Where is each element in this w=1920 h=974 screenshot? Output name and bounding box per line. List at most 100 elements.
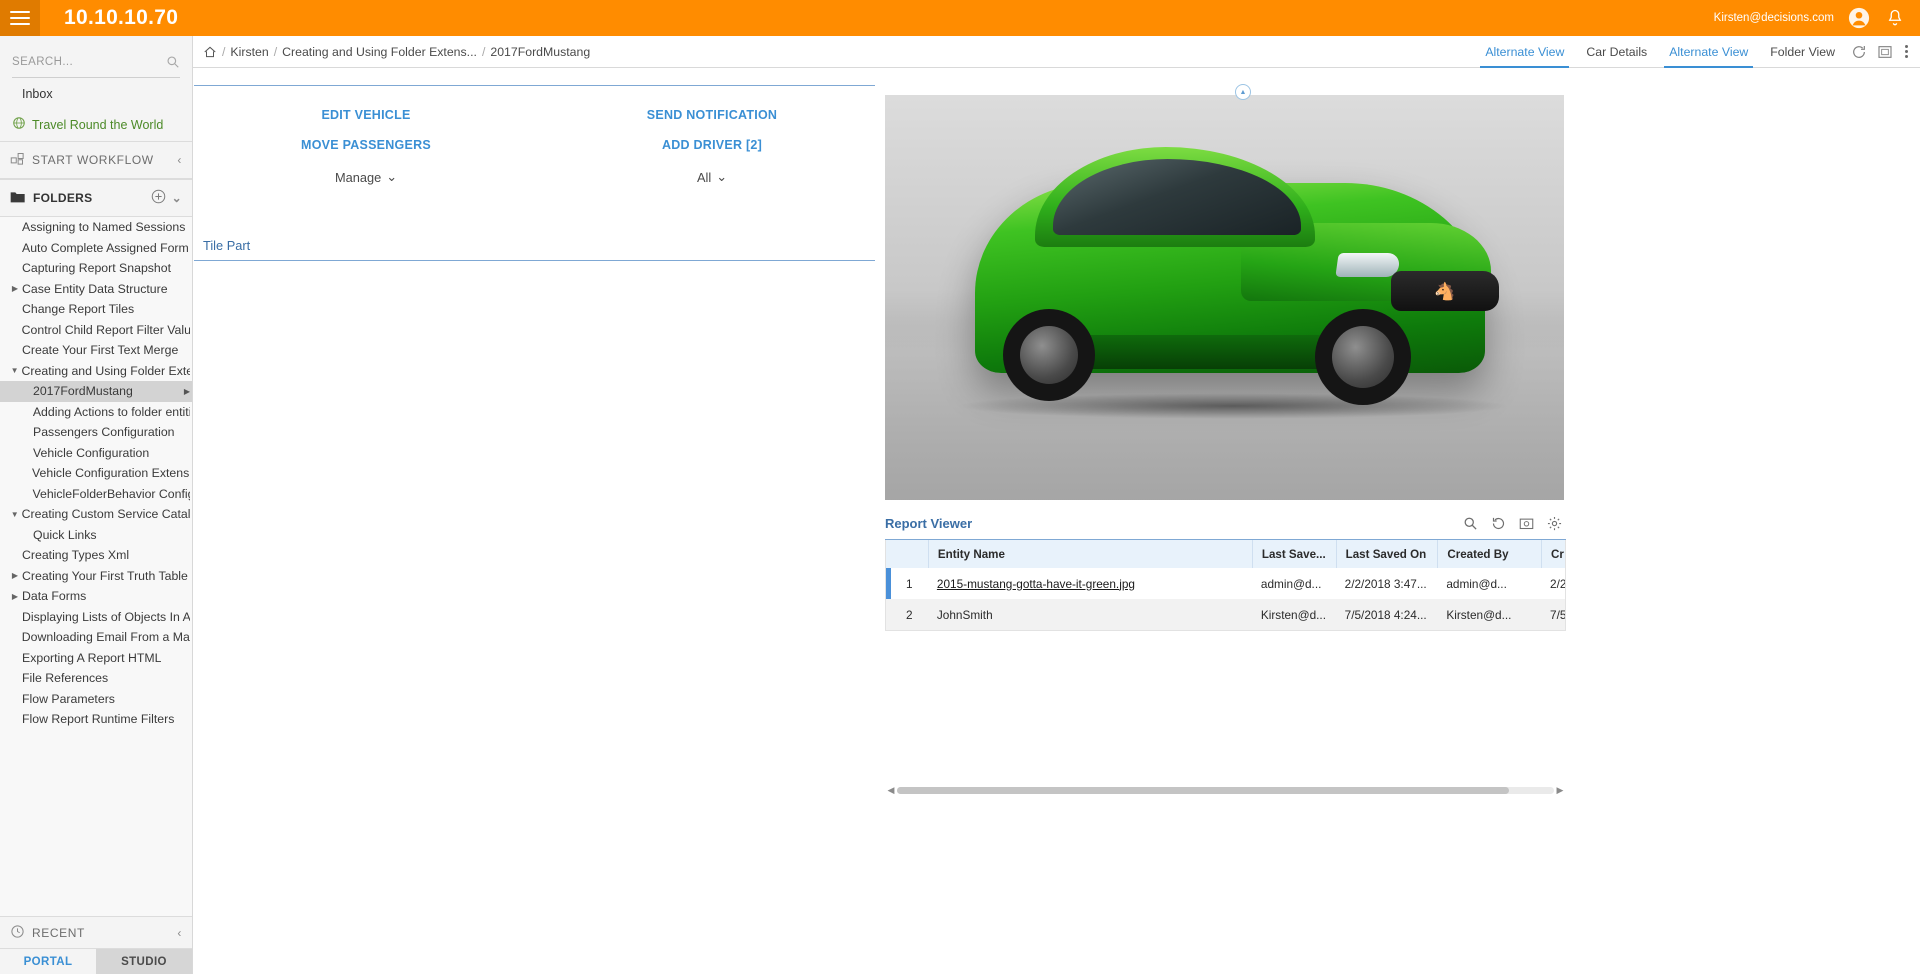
tree-item[interactable]: Flow Parameters <box>0 689 192 710</box>
car-front-wheel <box>1315 309 1411 405</box>
bell-icon[interactable] <box>1884 7 1906 29</box>
tree-item[interactable]: ▶ Data Forms <box>0 586 192 607</box>
column-header[interactable]: Created By <box>1437 540 1541 568</box>
tab-label: Car Details <box>1586 44 1648 59</box>
chevron-down-icon[interactable]: ⌄ <box>172 191 182 205</box>
tab-alternate-view-2[interactable]: Alternate View <box>1658 36 1759 68</box>
sort-indicator-icon[interactable]: ▲ <box>1235 84 1251 100</box>
tree-item[interactable]: VehicleFolderBehavior Config <box>0 484 192 505</box>
tree-item[interactable]: Passengers Configuration <box>0 422 192 443</box>
tree-item[interactable]: Control Child Report Filter Value <box>0 320 192 341</box>
scrollbar-thumb[interactable] <box>897 786 1509 794</box>
tree-item[interactable]: Assigning to Named Sessions <box>0 217 192 238</box>
column-header[interactable] <box>886 540 928 568</box>
home-icon[interactable] <box>203 45 217 59</box>
tree-item[interactable]: Flow Report Runtime Filters <box>0 709 192 730</box>
scroll-right-arrow-icon[interactable]: ▶ <box>1554 785 1566 796</box>
tree-item[interactable]: Vehicle Configuration Extensio <box>0 463 192 484</box>
tree-item[interactable]: ▼ Creating and Using Folder Exten <box>0 361 192 382</box>
cell-last-saved-by: Kirsten@d... <box>1260 607 1326 622</box>
tab-car-details[interactable]: Car Details <box>1575 36 1658 68</box>
tab-studio[interactable]: STUDIO <box>96 949 192 974</box>
twisty-placeholder <box>8 305 22 314</box>
all-dropdown[interactable]: All ⌄ <box>697 160 727 194</box>
breadcrumb-item-2[interactable]: 2017FordMustang <box>490 45 590 59</box>
start-workflow-section[interactable]: START WORKFLOW ‹ <box>0 141 192 179</box>
tab-portal[interactable]: PORTAL <box>0 949 96 974</box>
gear-icon[interactable] <box>1547 516 1562 531</box>
tree-item[interactable]: ▶ Case Entity Data Structure <box>0 279 192 300</box>
sidebar-item-travel-round-the-world[interactable]: Travel Round the World <box>0 110 192 141</box>
table-row[interactable]: 1 2015-mustang-gotta-have-it-green.jpg adm… <box>886 568 1565 599</box>
cell-last-saved-on: 2/2/2018 3:47... <box>1344 576 1427 591</box>
twisty-collapsed-icon[interactable]: ▶ <box>8 592 22 601</box>
table-row[interactable]: 2 JohnSmith Kirsten@d... 7/5/2018 4:24... Ki… <box>886 599 1565 630</box>
recent-section-header[interactable]: RECENT ‹ <box>0 916 192 948</box>
entity-name-link[interactable]: 2015-mustang-gotta-have-it-green.jpg <box>937 577 1135 591</box>
search-icon[interactable] <box>1463 516 1478 531</box>
tab-alternate-view-1[interactable]: Alternate View <box>1474 36 1575 68</box>
tree-item[interactable]: Quick Links <box>0 525 192 546</box>
column-header[interactable]: Cr <box>1541 540 1565 568</box>
cell-entity-name: JohnSmith <box>936 607 993 622</box>
twisty-placeholder <box>8 715 22 724</box>
tree-item-expand-arrow-icon[interactable]: ▶ <box>184 387 190 396</box>
tab-folder-view[interactable]: Folder View <box>1759 36 1846 68</box>
column-header[interactable]: Entity Name <box>927 540 1252 568</box>
tree-item[interactable]: Exporting A Report HTML <box>0 648 192 669</box>
tree-item[interactable]: Create Your First Text Merge <box>0 340 192 361</box>
edit-vehicle-action[interactable]: EDIT VEHICLE <box>193 100 539 130</box>
tree-item[interactable]: ▼ Creating Custom Service Catalo <box>0 504 192 525</box>
refresh-icon[interactable] <box>1851 44 1867 60</box>
sidebar-item-inbox[interactable]: Inbox <box>0 78 192 110</box>
tree-item[interactable]: Displaying Lists of Objects In A <box>0 607 192 628</box>
move-passengers-action[interactable]: MOVE PASSENGERS <box>193 130 539 160</box>
twisty-collapsed-icon[interactable]: ▶ <box>8 571 22 580</box>
tree-item[interactable]: Downloading Email From a Mail <box>0 627 192 648</box>
tree-item[interactable]: Capturing Report Snapshot <box>0 258 192 279</box>
column-header[interactable]: Last Saved On <box>1335 540 1438 568</box>
manage-dropdown[interactable]: Manage ⌄ <box>335 160 397 194</box>
horizontal-scrollbar[interactable]: ◀ ▶ <box>885 783 1566 797</box>
twisty-expanded-icon[interactable]: ▼ <box>8 510 22 519</box>
report-viewer-header: Report Viewer <box>885 512 1566 534</box>
search-input[interactable] <box>12 55 166 68</box>
breadcrumb-item-1[interactable]: Creating and Using Folder Extens... <box>282 45 477 59</box>
cell-entity-name[interactable]: 2015-mustang-gotta-have-it-green.jpg <box>928 568 1252 599</box>
snapshot-icon[interactable] <box>1519 516 1534 531</box>
tree-item-label: Change Report Tiles <box>22 302 135 317</box>
twisty-placeholder <box>8 674 22 683</box>
tree-item[interactable]: Adding Actions to folder entiti <box>0 402 192 423</box>
scroll-left-arrow-icon[interactable]: ◀ <box>885 785 897 796</box>
send-notification-action[interactable]: SEND NOTIFICATION <box>539 100 885 130</box>
breadcrumb-bar: / Kirsten / Creating and Using Folder Ex… <box>193 36 1920 68</box>
twisty-placeholder <box>19 448 33 457</box>
tree-item[interactable]: Creating Types Xml <box>0 545 192 566</box>
kebab-menu-icon[interactable] <box>1898 45 1914 58</box>
tree-item[interactable]: 2017FordMustang ▶ <box>0 381 192 402</box>
chevron-left-icon[interactable]: ‹ <box>177 926 182 940</box>
add-folder-button[interactable] <box>151 189 166 207</box>
tree-item[interactable]: Vehicle Configuration <box>0 443 192 464</box>
chevron-left-icon[interactable]: ‹ <box>177 153 182 167</box>
add-driver-action[interactable]: ADD DRIVER [2] <box>539 130 885 160</box>
tree-item-label: Create Your First Text Merge <box>22 343 179 358</box>
refresh-icon[interactable] <box>1491 516 1506 531</box>
hamburger-menu-button[interactable] <box>0 0 40 36</box>
report-grid-body: 1 2015-mustang-gotta-have-it-green.jpg adm… <box>886 568 1565 630</box>
breadcrumb-separator: / <box>222 44 226 59</box>
twisty-expanded-icon[interactable]: ▼ <box>8 366 22 375</box>
tree-item[interactable]: ▶ Creating Your First Truth Table <box>0 566 192 587</box>
fullscreen-icon[interactable] <box>1877 44 1893 60</box>
twisty-collapsed-icon[interactable]: ▶ <box>8 284 22 293</box>
tree-item[interactable]: Auto Complete Assigned Form <box>0 238 192 259</box>
search-icon[interactable] <box>166 55 180 69</box>
folders-section-header[interactable]: FOLDERS ⌄ <box>0 179 192 217</box>
user-account-icon[interactable] <box>1848 7 1870 29</box>
tree-item-label: Vehicle Configuration Extensio <box>32 466 190 481</box>
tree-item[interactable]: File References <box>0 668 192 689</box>
column-header[interactable]: Last Save... <box>1251 540 1336 568</box>
tree-item[interactable]: Change Report Tiles <box>0 299 192 320</box>
breadcrumb-item-0[interactable]: Kirsten <box>230 45 268 59</box>
scrollbar-track[interactable] <box>897 786 1554 794</box>
